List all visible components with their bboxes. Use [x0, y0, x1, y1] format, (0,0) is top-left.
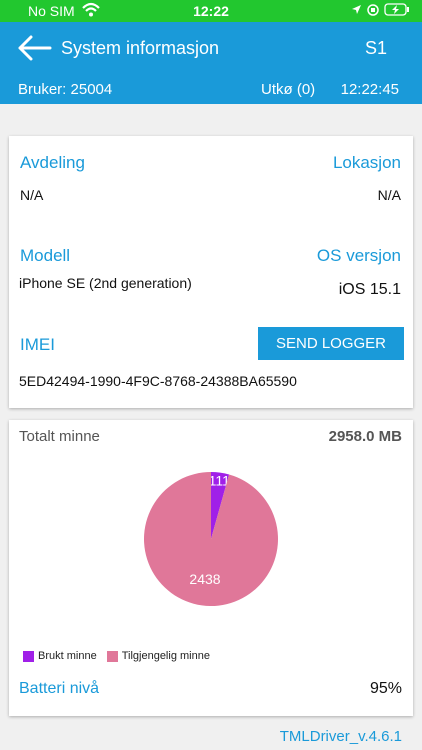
location-arrow-icon: [352, 5, 361, 14]
battery-label: Batteri nivå: [19, 680, 100, 697]
os-version-label: OS versjon: [316, 246, 401, 265]
legend-swatch-used: [23, 650, 34, 662]
page-title: System informasjon: [61, 38, 220, 58]
back-arrow-icon[interactable]: [16, 34, 52, 62]
status-icons: [351, 3, 410, 16]
imei-label: IMEI: [20, 335, 55, 354]
outbox-label[interactable]: Utkø (0): [261, 81, 315, 98]
legend-label-available: Tilgjengelig minne: [121, 650, 210, 662]
memory-card: Totalt minne 2958.0 MB 111 2438 Brukt min…: [9, 420, 413, 716]
header-code: S1: [364, 38, 387, 58]
user-label: Bruker: 25004: [18, 81, 113, 98]
device-info-card: Avdeling N/A Lokasjon N/A Modell iPhone …: [9, 136, 413, 408]
location-value: N/A: [377, 187, 401, 203]
send-logger-button[interactable]: SEND LOGGER: [258, 327, 404, 360]
chart-legend: Brukt minne Tilgjengelig minne: [23, 650, 210, 662]
memory-pie-chart: 1112438: [143, 472, 279, 606]
status-bar: No SIM 12:22: [0, 0, 422, 22]
os-version-value: iOS 15.1: [338, 281, 401, 298]
legend-label-used: Brukt minne: [38, 650, 97, 662]
department-label: Avdeling: [20, 153, 85, 172]
legend-item-used: Brukt minne: [23, 650, 97, 662]
header-clock: 12:22:45: [340, 81, 399, 98]
legend-item-available: Tilgjengelig minne: [106, 650, 210, 662]
location-label: Lokasjon: [332, 153, 401, 172]
battery-charging-icon: [384, 3, 409, 16]
department-value: N/A: [20, 187, 44, 203]
model-value: iPhone SE (2nd generation): [19, 275, 192, 291]
imei-value: 5ED42494-1990-4F9C-8768-24388BA65590: [19, 373, 297, 389]
app-header: System informasjon S1 Bruker: 25004 Utkø…: [0, 22, 422, 104]
legend-swatch-available: [106, 650, 118, 662]
battery-value: 95%: [369, 680, 402, 697]
app-version: TMLDriver_v.4.6.1: [279, 728, 402, 745]
pie-value-label-1: 2438: [189, 571, 220, 587]
orientation-lock-icon: [367, 3, 379, 16]
model-label: Modell: [20, 246, 71, 265]
